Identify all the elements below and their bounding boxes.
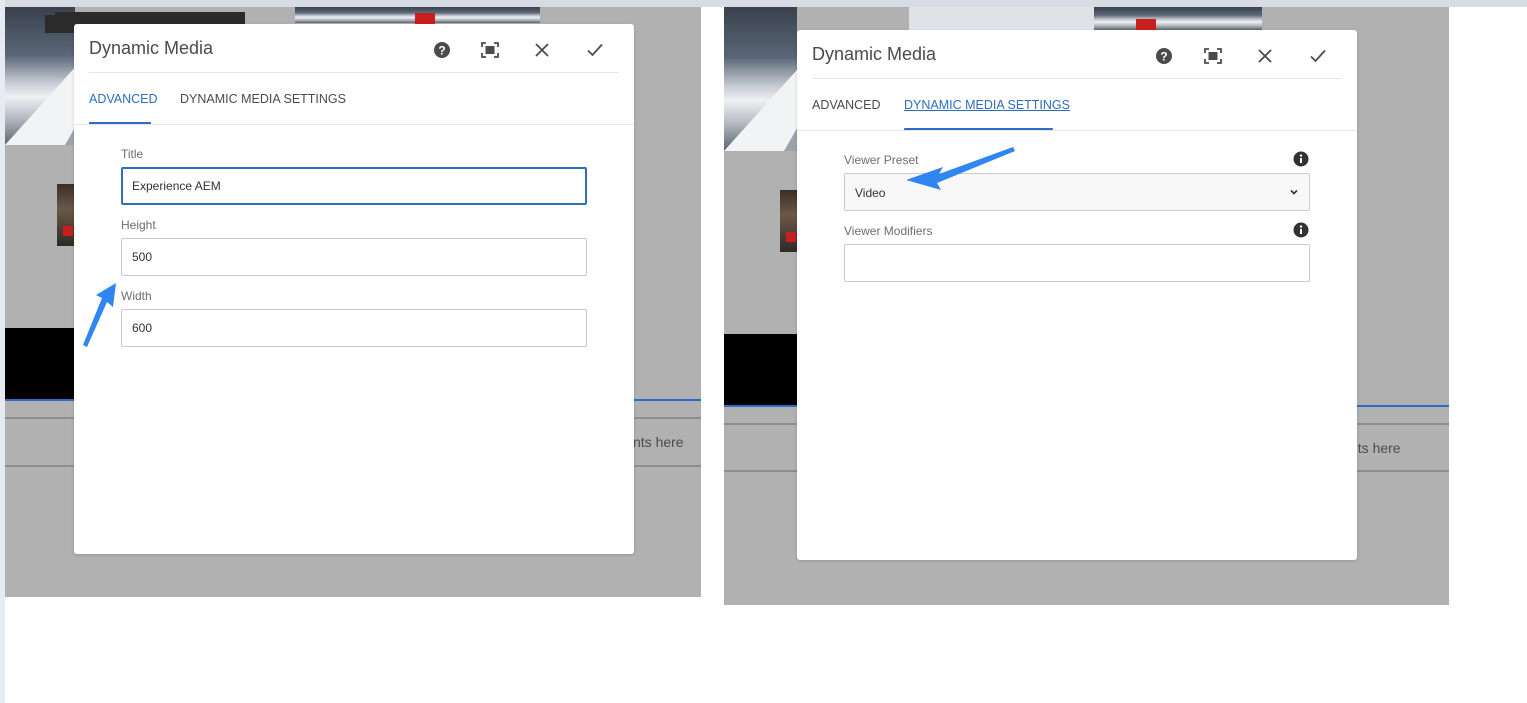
annotation-arrow <box>83 283 116 347</box>
title-label: Title <box>121 147 144 161</box>
info-icon[interactable] <box>1293 222 1309 238</box>
annotation-arrow <box>906 147 1015 190</box>
tab-dynamic-media-settings[interactable]: DYNAMIC MEDIA SETTINGS <box>904 98 1070 112</box>
background-video-block <box>724 334 797 406</box>
tab-advanced[interactable]: ADVANCED <box>89 92 158 106</box>
viewer-preset-value: Video <box>855 186 886 200</box>
info-icon[interactable] <box>1293 151 1309 167</box>
dynamic-media-dialog-settings: Dynamic Media ? ADVANCED DYNAMIC MEDIA S… <box>797 30 1357 560</box>
background-thumbnail <box>780 190 798 252</box>
tabs-divider <box>74 124 634 125</box>
svg-text:?: ? <box>438 44 445 58</box>
chevron-down-icon <box>1290 189 1298 195</box>
width-label: Width <box>121 289 152 303</box>
fullscreen-icon[interactable] <box>479 39 501 61</box>
help-icon[interactable]: ? <box>431 39 453 61</box>
title-input[interactable] <box>121 167 587 205</box>
background-thumbnail <box>57 184 75 246</box>
svg-text:?: ? <box>1160 50 1167 64</box>
dialog-title: Dynamic Media <box>89 38 214 58</box>
dynamic-media-dialog-advanced: Dynamic Media ? ADVANCED DYNAMIC MEDIA S… <box>74 24 634 554</box>
background-video-block <box>5 328 75 400</box>
background-text: nts here <box>1350 440 1401 456</box>
header-divider <box>89 72 619 73</box>
tabs-divider <box>797 130 1357 131</box>
tab-dynamic-media-settings[interactable]: DYNAMIC MEDIA SETTINGS <box>180 92 346 106</box>
viewer-modifiers-input[interactable] <box>844 244 1310 282</box>
background-mountain-image <box>724 7 797 151</box>
top-strip <box>0 0 1527 7</box>
width-input[interactable] <box>121 309 587 347</box>
height-label: Height <box>121 218 156 232</box>
header-divider <box>812 78 1342 79</box>
background-banner-image <box>1094 7 1262 30</box>
background-text: nts here <box>633 434 684 450</box>
dialog-title: Dynamic Media <box>812 44 937 64</box>
height-input[interactable] <box>121 238 587 276</box>
tab-advanced[interactable]: ADVANCED <box>812 98 881 112</box>
viewer-modifiers-label: Viewer Modifiers <box>844 224 933 238</box>
check-icon[interactable] <box>584 39 606 61</box>
close-icon[interactable] <box>531 39 553 61</box>
check-icon[interactable] <box>1307 45 1329 67</box>
close-icon[interactable] <box>1254 45 1276 67</box>
help-icon[interactable]: ? <box>1153 45 1175 67</box>
fullscreen-icon[interactable] <box>1202 45 1224 67</box>
